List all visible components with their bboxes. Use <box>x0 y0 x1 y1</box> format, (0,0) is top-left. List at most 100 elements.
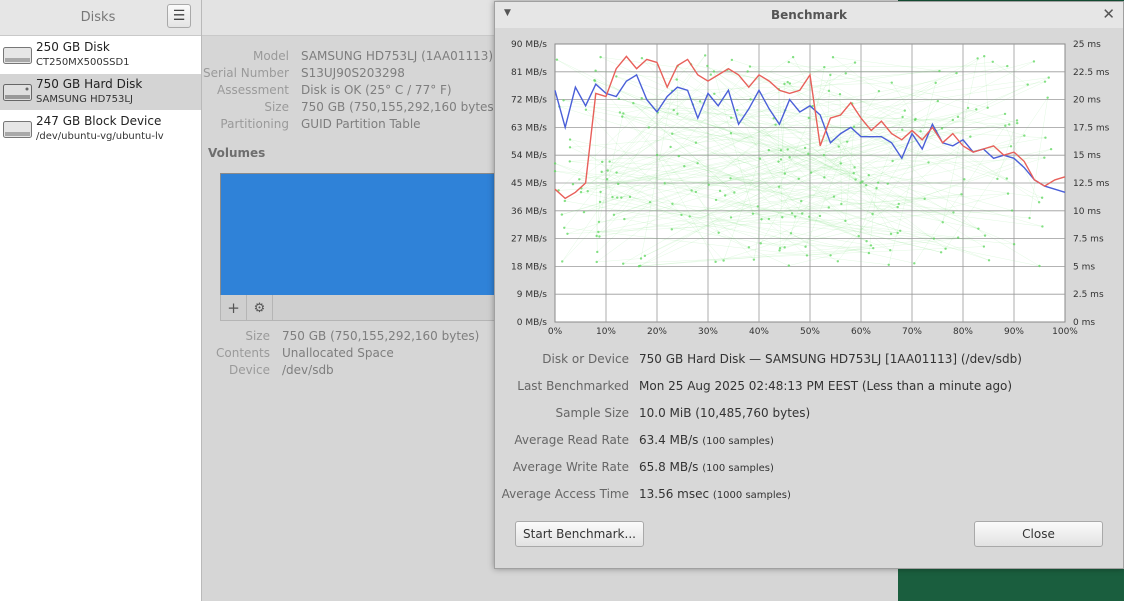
disk-name: 750 GB Hard Disk <box>36 77 143 91</box>
y-tick-right: 2.5 ms <box>1073 290 1104 300</box>
y-tick-left: 90 MB/s <box>511 40 547 50</box>
info-value: 750 GB Hard Disk — SAMSUNG HD753LJ [1AA0… <box>639 352 1022 366</box>
y-tick-left: 27 MB/s <box>511 235 547 245</box>
benchmark-chart: 0 MB/s 9 MB/s 18 MB/s 27 MB/s 36 MB/s 45 MB/s… <box>511 40 1110 337</box>
info-value-text: Mon 25 Aug 2025 02:48:13 PM EEST (Less t… <box>639 379 1013 393</box>
partitioning-value: GUID Partition Table <box>301 117 421 131</box>
y-tick-right: 17.5 ms <box>1073 123 1110 133</box>
x-tick: 90% <box>1004 327 1024 337</box>
access-time-point <box>553 162 557 165</box>
access-time-point <box>600 170 603 174</box>
y-tick-left: 45 MB/s <box>511 179 547 189</box>
close-icon[interactable]: ✕ <box>1102 5 1115 23</box>
volume-toolbar: + ⚙ <box>220 295 520 321</box>
y-tick-right: 22.5 ms <box>1073 68 1110 78</box>
x-tick: 30% <box>698 327 718 337</box>
info-label: Average Read Rate <box>514 433 629 447</box>
y-tick-right: 10 ms <box>1073 207 1101 217</box>
info-value: 63.4 MB/s (100 samples) <box>639 433 774 447</box>
block-device-icon <box>3 121 32 138</box>
info-label: Average Write Rate <box>512 460 629 474</box>
start-benchmark-button[interactable]: Start Benchmark... <box>515 521 644 547</box>
info-value-text: 750 GB Hard Disk — SAMSUNG HD753LJ [1AA0… <box>639 352 1022 366</box>
dialog-title: Benchmark <box>771 8 847 22</box>
info-label: Sample Size <box>555 406 629 420</box>
access-time-point <box>622 262 625 265</box>
x-tick: 10% <box>596 327 616 337</box>
y-tick-left: 54 MB/s <box>511 151 547 161</box>
vol-size-value: 750 GB (750,155,292,160 bytes) <box>282 329 480 343</box>
disk-name: 250 GB Disk <box>36 40 110 54</box>
info-label: Last Benchmarked <box>517 379 629 393</box>
access-time-point <box>714 198 718 202</box>
access-time-point <box>736 108 739 112</box>
access-time-point <box>791 55 795 59</box>
x-tick: 80% <box>953 327 973 337</box>
info-label: Disk or Device <box>542 352 629 366</box>
access-time-point <box>787 60 790 64</box>
vol-contents-value: Unallocated Space <box>282 346 394 360</box>
y-tick-left: 18 MB/s <box>511 262 547 272</box>
model-label: Model <box>252 49 289 63</box>
info-value: Mon 25 Aug 2025 02:48:13 PM EEST (Less t… <box>639 379 1012 393</box>
info-sample-count: (100 samples) <box>702 463 774 474</box>
access-time-point <box>1037 201 1041 204</box>
app-menu-button[interactable]: ☰ <box>167 4 191 28</box>
y-tick-left: 0 MB/s <box>517 318 548 328</box>
x-tick: 40% <box>749 327 769 337</box>
gears-icon: ⚙ <box>253 300 266 316</box>
info-value-text: 63.4 MB/s <box>639 433 699 447</box>
disk-model: CT250MX500SSD1 <box>36 57 130 68</box>
access-time-point <box>730 58 734 62</box>
x-tick: 60% <box>851 327 871 337</box>
info-value: 65.8 MB/s (100 samples) <box>639 460 774 474</box>
x-tick: 20% <box>647 327 667 337</box>
size-label: Size <box>264 100 289 114</box>
vol-device-label: Device <box>228 363 270 377</box>
access-time-point <box>966 106 970 110</box>
partition-settings-button[interactable]: ⚙ <box>247 295 273 321</box>
serial-label: Serial Number <box>203 66 289 80</box>
info-value: 13.56 msec (1000 samples) <box>639 487 791 501</box>
info-sample-count: (1000 samples) <box>712 490 791 501</box>
info-value-text: 10.0 MiB (10,485,760 bytes) <box>639 406 811 420</box>
volume-map-unallocated[interactable] <box>220 173 522 297</box>
assessment-value: Disk is OK (25° C / 77° F) <box>301 83 452 97</box>
size-value: 750 GB (750,155,292,160 bytes) <box>301 100 499 114</box>
info-value-text: 13.56 msec <box>639 487 710 501</box>
y-tick-left: 9 MB/s <box>517 290 548 300</box>
disk-item-750gb[interactable]: 750 GB Hard Disk SAMSUNG HD753LJ <box>0 74 201 110</box>
partitioning-label: Partitioning <box>220 117 289 131</box>
vol-contents-label: Contents <box>216 346 270 360</box>
desktop-background <box>898 568 1124 601</box>
disk-item-250gb[interactable]: 250 GB Disk CT250MX500SSD1 <box>0 37 201 73</box>
access-time-point <box>676 112 679 115</box>
add-partition-button[interactable]: + <box>221 295 247 321</box>
sidebar-header: Disks ☰ <box>0 0 201 36</box>
serial-value: S13UJ90S203298 <box>301 66 405 80</box>
hamburger-icon: ☰ <box>172 8 186 24</box>
disk-item-247gb[interactable]: 247 GB Block Device /dev/ubuntu-vg/ubunt… <box>0 111 201 147</box>
info-label: Average Access Time <box>501 487 629 501</box>
y-tick-right: 5 ms <box>1073 262 1095 272</box>
y-tick-right: 15 ms <box>1073 151 1101 161</box>
access-time-point <box>889 232 893 236</box>
y-tick-right: 7.5 ms <box>1073 235 1104 245</box>
y-tick-left: 81 MB/s <box>511 68 547 78</box>
ssd-disk-icon <box>3 47 32 64</box>
x-tick: 50% <box>800 327 820 337</box>
access-time-point <box>677 154 680 158</box>
hard-disk-icon <box>3 84 32 101</box>
access-time-point <box>876 181 880 184</box>
volumes-heading: Volumes <box>208 146 266 160</box>
disk-name: 247 GB Block Device <box>36 114 162 128</box>
model-value: SAMSUNG HD753LJ (1AA01113) <box>301 49 494 63</box>
x-tick: 0% <box>548 327 563 337</box>
close-button[interactable]: Close <box>974 521 1103 547</box>
x-tick: 100% <box>1052 327 1078 337</box>
benchmark-dialog: ▼ Benchmark ✕ 0 MB/s 9 MB/s 18 MB/s 27 MB/s… <box>494 1 1124 569</box>
plus-icon: + <box>227 299 240 317</box>
disk-model: /dev/ubuntu-vg/ubuntu-lv <box>36 131 164 142</box>
vol-size-label: Size <box>245 329 270 343</box>
y-tick-right: 20 ms <box>1073 96 1101 106</box>
